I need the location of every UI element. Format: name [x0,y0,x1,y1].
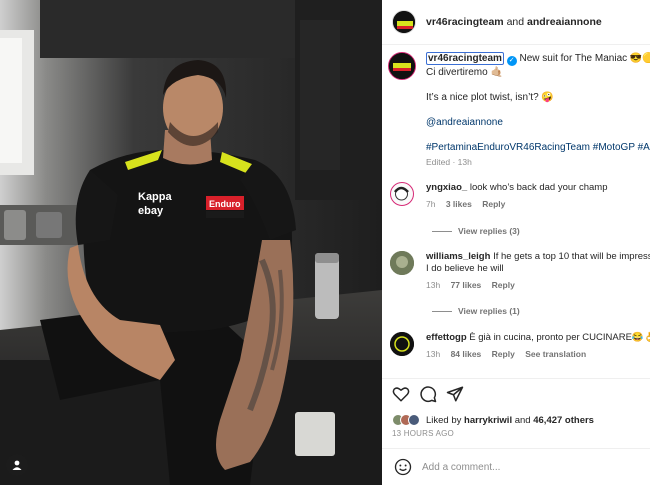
commenter-avatar-art [390,251,414,275]
instagram-post-modal: Kappa ebay Enduro vr46racingteam and and… [0,0,650,485]
svg-text:Kappa: Kappa [138,191,173,203]
user-tag-glyph [12,460,22,470]
caption-line-1: vr46racingteam ✓ New suit for The Maniac… [426,52,650,66]
photo-illustration: Kappa ebay Enduro [0,0,382,485]
author-link-2[interactable]: andreaiannone [527,16,602,28]
comment-username[interactable]: williams_leigh [426,251,490,262]
caption-avatar-art [389,53,415,79]
comment-text: If he gets a top 10 that will be impress… [493,251,650,262]
liker-avatar [408,414,420,426]
post-actions-bar [382,378,650,408]
post-authors: vr46racingteam and andreaiannone [426,16,602,28]
comment-likes-link[interactable]: 3 likes [446,199,472,209]
liked-by-user-link[interactable]: harrykriwil [464,415,512,426]
comment-meta: 13h 77 likes Reply [426,279,650,291]
liked-by-and: and [514,414,531,426]
likes-summary: Liked by harrykriwil and 46,427 others [392,412,650,428]
user-tag-icon[interactable] [6,454,28,476]
svg-text:Enduro: Enduro [209,199,241,209]
add-comment-bar: Add a comment... [382,448,650,485]
comment-icon[interactable] [419,385,437,403]
caption-meta: Edited · 13h [426,157,472,167]
comment-text: È già in cucina, pronto per CUCINARE😂👌 [469,332,650,343]
post-photo[interactable]: Kappa ebay Enduro [0,0,382,485]
comment-text: look who’s back dad your champ [469,182,608,193]
author-avatar[interactable] [392,10,416,34]
verified-badge-icon: ✓ [506,56,517,66]
caption-text-2: Ci divertiremo 🤙🏼 [426,67,503,78]
post-header: vr46racingteam and andreaiannone [382,0,650,45]
caption-hashtags[interactable]: #PertaminaEnduroVR46RacingTeam #MotoGP #… [426,141,650,154]
comment-likes-link[interactable]: 84 likes [451,349,482,359]
comment-reply-button[interactable]: Reply [482,199,505,209]
comment-meta: 7h 3 likes Reply [426,198,650,210]
post-side-panel: vr46racingteam and andreaiannone vr46rac… [382,0,650,485]
comment-likes-link[interactable]: 77 likes [451,280,482,290]
comment-time: 7h [426,199,436,209]
author-and-text: and [506,16,525,28]
share-icon[interactable] [446,385,464,403]
view-replies-button[interactable]: View replies (3) [432,226,520,236]
comment-time: 13h [426,349,441,359]
commenter-avatar[interactable] [390,332,414,356]
emoji-icon[interactable] [394,458,412,476]
author-avatar-art [393,11,415,33]
add-comment-input[interactable]: Add a comment... [422,462,500,473]
see-translation-link[interactable]: See translation [525,349,586,359]
comment-body: williams_leigh If he gets a top 10 that … [426,251,650,291]
author-link-1[interactable]: vr46racingteam [426,16,504,28]
caption-mention-link[interactable]: @andreaiannone [426,116,650,129]
commenter-avatar-art [390,332,414,356]
view-replies-button[interactable]: View replies (1) [432,306,520,316]
commenter-avatar-art [394,186,409,201]
caption-avatar[interactable] [388,52,416,80]
comment-body: yngxiao_ look who’s back dad your champ … [426,182,650,210]
comment-reply-button[interactable]: Reply [492,349,515,359]
heart-icon[interactable] [392,385,410,403]
comment-time: 13h [426,280,441,290]
comment-reply-button[interactable]: Reply [492,280,515,290]
post-timestamp: 13 HOURS AGO [392,429,454,438]
liked-by-prefix: Liked by [426,414,462,426]
caption-text-block: vr46racingteam ✓ New suit for The Maniac… [426,52,650,169]
comment-username[interactable]: effettogp [426,332,467,343]
caption-text-3: It’s a nice plot twist, isn’t? 🤪 [426,92,554,103]
commenter-avatar[interactable] [390,182,414,206]
svg-text:ebay: ebay [138,205,164,217]
comment-text-cont: I do believe he will [426,263,504,274]
commenter-avatar[interactable] [390,251,414,275]
caption-username[interactable]: vr46racingteam [426,52,504,65]
comment-body: effettogp È già in cucina, pronto per CU… [426,332,650,360]
caption-text-1: New suit for The Maniac 😎🟡⚪ [519,53,650,64]
comment-username[interactable]: yngxiao_ [426,182,467,193]
comment-meta: 13h 84 likes Reply See translation [426,348,650,360]
likes-count-link[interactable]: 46,427 others [533,415,594,426]
